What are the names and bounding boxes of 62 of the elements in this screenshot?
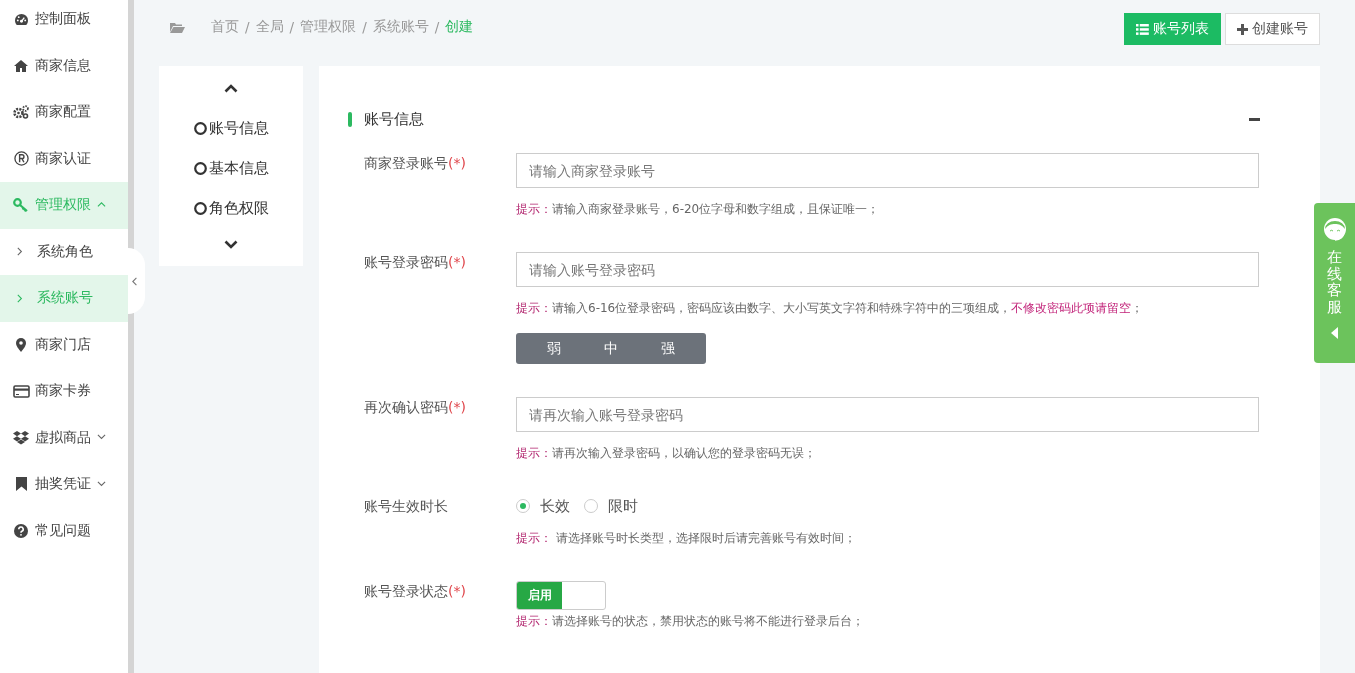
sidebar-subitem[interactable]: 系统角色 xyxy=(0,228,128,275)
boxes-icon xyxy=(13,430,29,445)
field-label: 账号登录状态(*) xyxy=(364,582,467,601)
radio-option[interactable]: 限时 xyxy=(584,496,642,516)
field-label: 账号生效时长 xyxy=(364,497,449,516)
folder-icon xyxy=(170,21,185,33)
step-nav-item[interactable]: 基本信息 xyxy=(193,148,269,188)
step-nav-item[interactable]: 角色权限 xyxy=(193,188,269,228)
text-input[interactable]: 请输入账号登录密码 xyxy=(516,252,1259,287)
sidebar-item[interactable]: 商家认证 xyxy=(0,135,128,182)
sidebar-item[interactable]: 常见问题 xyxy=(0,507,128,554)
sidebar-item[interactable]: 商家配置 xyxy=(0,89,128,136)
plus-icon xyxy=(1237,23,1248,35)
gears-icon xyxy=(13,105,29,120)
chevron-up-icon[interactable] xyxy=(224,83,238,93)
sidebar-item[interactable]: 抽奖凭证 xyxy=(0,461,128,508)
section-title: 账号信息 xyxy=(364,109,424,129)
text-input[interactable]: 请再次输入账号登录密码 xyxy=(516,397,1259,432)
bookmark-icon xyxy=(15,477,27,492)
breadcrumb-separator: / xyxy=(434,19,440,35)
text-input[interactable]: 请输入商家登录账号 xyxy=(516,153,1259,188)
sidebar-item[interactable]: 控制面板 xyxy=(0,0,128,43)
sidebar-item[interactable]: 商家卡券 xyxy=(0,368,128,415)
list-icon xyxy=(1136,23,1149,35)
ring-icon xyxy=(193,121,207,135)
sidebar-item[interactable]: 虚拟商品 xyxy=(0,414,128,461)
hint-text: 提示：请输入商家登录账号，6-20位字母和数字组成，且保证唯一； xyxy=(516,201,881,218)
hint-text: 提示： 请选择账号时长类型，选择限时后请完善账号有效时间； xyxy=(516,530,857,547)
section-marker xyxy=(348,111,352,127)
collapse-button[interactable] xyxy=(1249,117,1260,121)
sidebar-item[interactable]: 商家门店 xyxy=(0,321,128,368)
strength-meter: 弱 中 强 xyxy=(516,333,706,364)
step-nav-item[interactable]: 账号信息 xyxy=(193,108,269,148)
registered-icon xyxy=(13,151,29,167)
hint-text: 提示：请再次输入登录密码，以确认您的登录密码无误； xyxy=(516,445,817,462)
home-icon xyxy=(14,59,28,72)
chevron-right-icon xyxy=(16,293,25,303)
field-label: 商家登录账号(*) xyxy=(364,154,467,173)
chevron-down-icon[interactable] xyxy=(224,239,238,249)
field-label: 账号登录密码(*) xyxy=(364,253,467,272)
hint-text: 提示：请选择账号的状态，禁用状态的账号将不能进行登录后台； xyxy=(516,613,865,630)
breadcrumb-separator: / xyxy=(245,19,250,35)
chevron-left-icon xyxy=(131,276,140,286)
radio-option[interactable]: 长效 xyxy=(516,496,574,516)
ring-icon xyxy=(193,161,207,175)
create-button[interactable]: 创建账号 xyxy=(1225,13,1320,45)
map-pin-icon xyxy=(16,337,26,352)
dashboard-icon xyxy=(13,12,29,26)
caret-left-icon xyxy=(1331,327,1338,339)
help-icon xyxy=(14,523,28,538)
card-icon xyxy=(12,384,30,398)
ring-icon xyxy=(193,201,207,215)
field-label: 再次确认密码(*) xyxy=(364,398,467,417)
collapse-handle[interactable] xyxy=(128,248,145,314)
breadcrumb-current: 创建 xyxy=(445,18,474,36)
breadcrumb-separator: / xyxy=(289,19,295,35)
hint-text: 提示：请输入6-16位登录密码，密码应该由数字、大小写英文字符和特殊字符中的三项组成，不修改密码此项请留空； xyxy=(516,300,1145,317)
sidebar-item[interactable]: 商家信息 xyxy=(0,42,128,89)
chevron-right-icon xyxy=(16,247,25,257)
key-icon xyxy=(13,198,29,213)
headset-face-icon xyxy=(1321,217,1348,243)
breadcrumb-separator: / xyxy=(362,19,367,35)
